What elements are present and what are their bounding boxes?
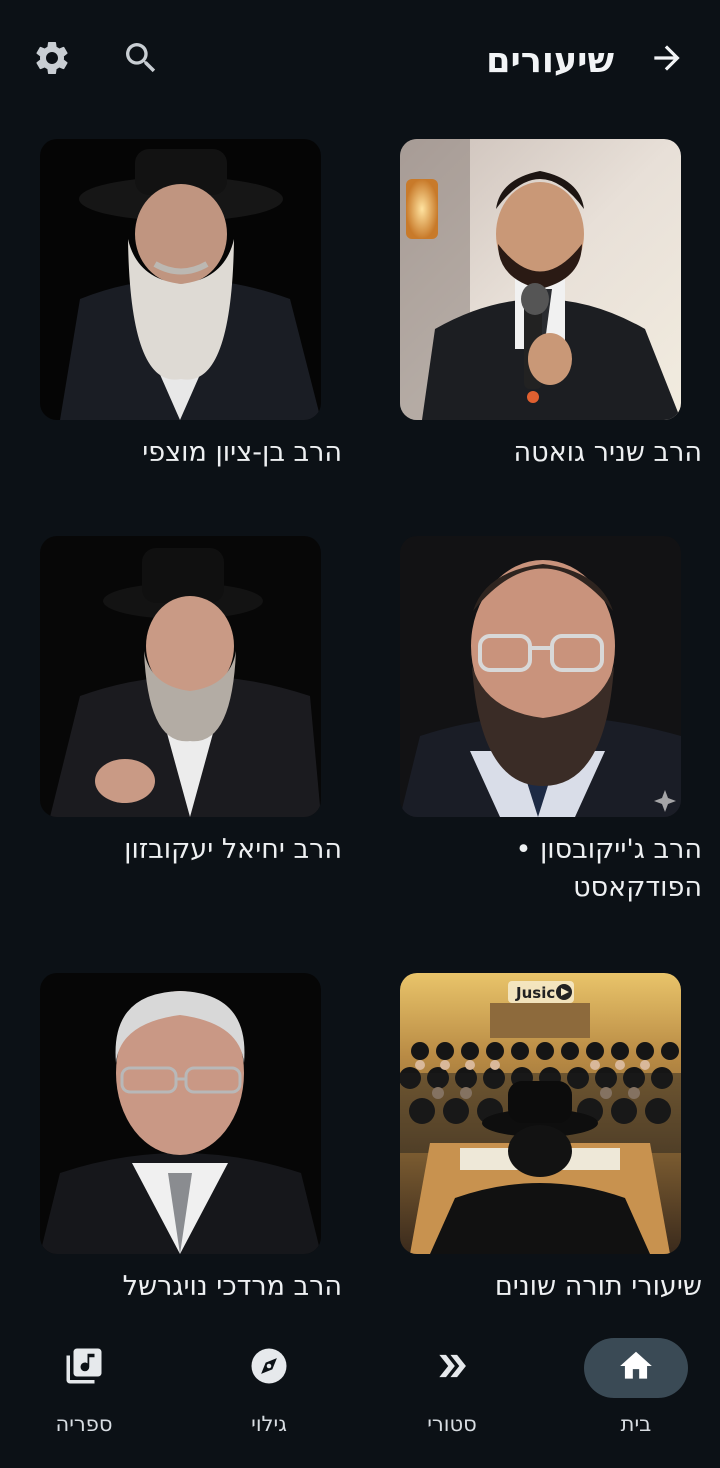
- channel-card[interactable]: הרב יחיאל יעקובזון: [40, 536, 342, 869]
- rabbi-glasses-beard-photo: [400, 536, 681, 817]
- nav-active-indicator: [584, 1338, 688, 1398]
- channel-card[interactable]: Jusic שיעורי תורה שונים: [400, 973, 702, 1306]
- channel-card[interactable]: הרב שניר גואטה: [400, 139, 702, 472]
- page-title: שיעורים: [486, 41, 614, 81]
- settings-button[interactable]: [24, 32, 80, 88]
- channel-title: הרב יחיאל יעקובזון: [124, 834, 342, 865]
- channel-card[interactable]: הרב ג'ייקובסון • הפודקאסט: [400, 536, 702, 907]
- rabbi-white-beard-black-hat-photo: [40, 139, 321, 420]
- nav-home[interactable]: בית: [566, 1338, 706, 1448]
- channel-title: שיעורי תורה שונים: [494, 1271, 702, 1302]
- nav-discover[interactable]: גילוי: [199, 1338, 339, 1448]
- nav-label: סטורי: [427, 1412, 477, 1436]
- compass-icon: [248, 1345, 290, 1391]
- channel-card[interactable]: הרב מרדכי נויגרשל: [40, 973, 342, 1306]
- rabbi-glasses-suit-photo: [40, 973, 321, 1254]
- back-button[interactable]: [639, 32, 695, 88]
- top-app-bar: שיעורים: [0, 0, 720, 120]
- nav-stories[interactable]: סטורי: [382, 1338, 522, 1448]
- channel-card[interactable]: הרב בן-ציון מוצפי: [40, 139, 342, 472]
- double-chevron-icon: [433, 1347, 471, 1389]
- gear-icon: [32, 38, 72, 82]
- channel-title: הרב שניר גואטה: [513, 437, 702, 468]
- lecture-hall-audience-photo: Jusic: [400, 973, 681, 1254]
- nav-label: גילוי: [251, 1412, 287, 1436]
- arrow-right-icon: [648, 39, 686, 81]
- rabbi-with-microphone-photo: [400, 139, 681, 420]
- nav-label: ספריה: [55, 1412, 113, 1436]
- library-music-icon: [63, 1345, 105, 1391]
- channel-title: הרב בן-ציון מוצפי: [142, 437, 342, 468]
- channel-title: הרב ג'ייקובסון • הפודקאסט: [515, 834, 702, 903]
- nav-library[interactable]: ספריה: [14, 1338, 154, 1448]
- bottom-navigation: בית סטורי גילוי ספריה: [0, 1320, 720, 1468]
- nav-label: בית: [620, 1412, 652, 1436]
- home-icon: [617, 1347, 655, 1389]
- search-button[interactable]: [113, 32, 169, 88]
- rabbi-black-hat-gesturing-photo: [40, 536, 321, 817]
- jusic-logo: Jusic: [515, 984, 555, 1002]
- channel-title: הרב מרדכי נויגרשל: [122, 1271, 342, 1302]
- search-icon: [121, 38, 161, 82]
